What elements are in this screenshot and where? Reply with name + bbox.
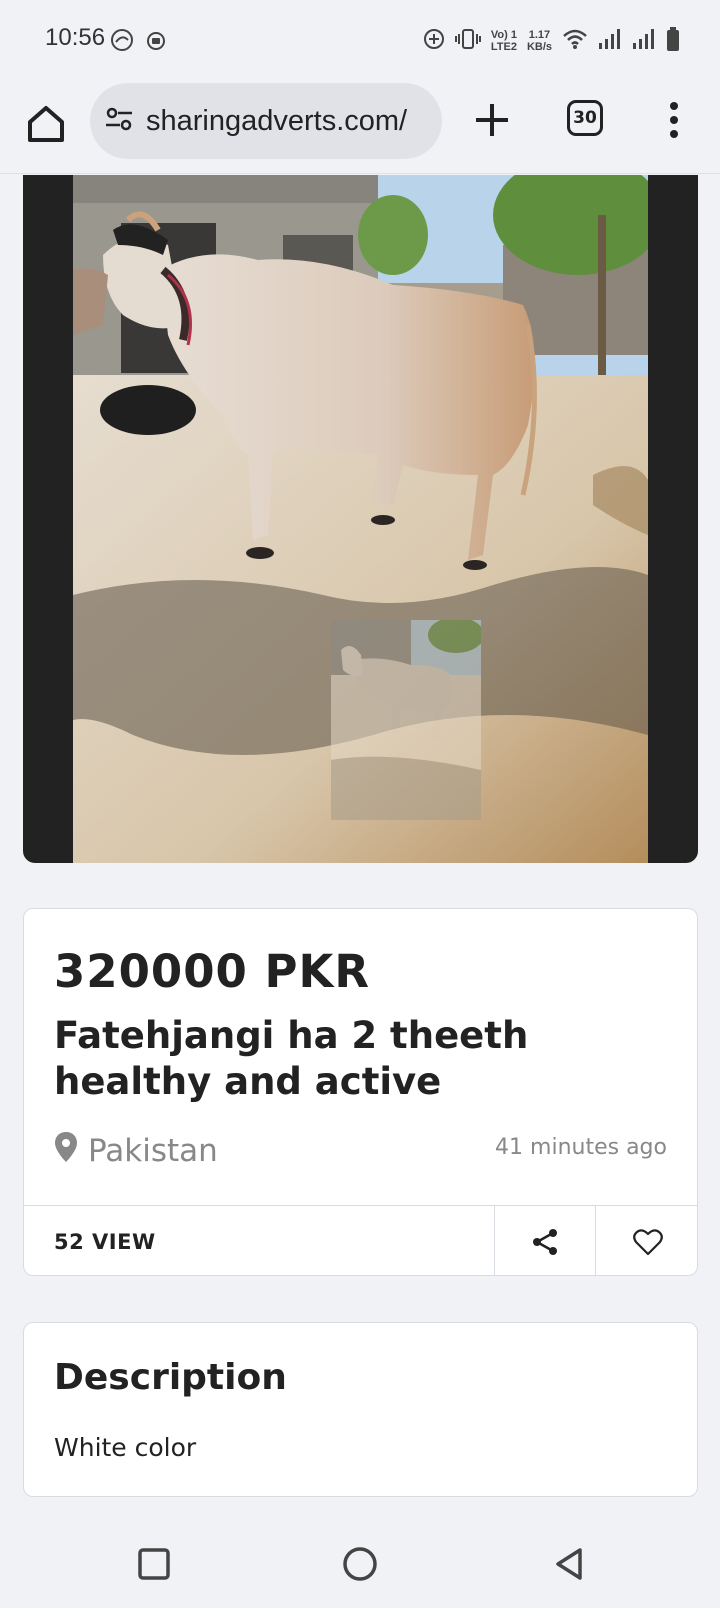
vibrate-icon bbox=[454, 28, 481, 54]
listing-price: 320000 PKR bbox=[54, 945, 371, 998]
site-settings-icon[interactable] bbox=[104, 104, 134, 138]
listing-photo[interactable] bbox=[73, 175, 648, 863]
signal-icon bbox=[598, 28, 622, 54]
speed-value: 1.17 bbox=[528, 29, 551, 41]
speed-unit: KB/s bbox=[526, 41, 552, 53]
description-heading: Description bbox=[54, 1357, 287, 1398]
tab-count: 30 bbox=[573, 108, 597, 128]
heart-icon bbox=[632, 1229, 663, 1256]
wifi-icon bbox=[562, 28, 588, 54]
recents-icon[interactable] bbox=[132, 1542, 176, 1586]
url-bar[interactable]: sharingadverts.com/ bbox=[90, 83, 442, 159]
photo-thumbnail bbox=[331, 617, 484, 820]
back-icon[interactable] bbox=[548, 1542, 592, 1586]
url-text[interactable]: sharingadverts.com/ bbox=[146, 105, 407, 138]
add-circle-icon bbox=[423, 28, 445, 54]
share-button[interactable] bbox=[494, 1206, 595, 1275]
description-text: White color bbox=[54, 1433, 197, 1462]
browser-toolbar: sharingadverts.com/ 30 bbox=[0, 80, 720, 174]
net-type-top: Vo) 1 bbox=[490, 29, 517, 41]
view-count: 52 VIEW bbox=[54, 1230, 156, 1254]
location-text: Pakistan bbox=[88, 1133, 218, 1169]
location-pin-icon bbox=[54, 1131, 78, 1171]
tabs-icon[interactable]: 30 bbox=[567, 100, 603, 136]
listing-info-card: 320000 PKR Fatehjangi ha 2 theeth health… bbox=[23, 908, 698, 1276]
status-bar: 10:56 Vo) 1 LTE2 1.17 KB/s bbox=[0, 0, 720, 80]
data-saver-icon bbox=[110, 28, 134, 56]
system-nav-bar bbox=[0, 1520, 720, 1608]
network-speed: 1.17 KB/s bbox=[527, 29, 552, 53]
home-circle-icon[interactable] bbox=[338, 1542, 382, 1586]
listing-location: Pakistan bbox=[54, 1131, 218, 1171]
status-icons: Vo) 1 LTE2 1.17 KB/s bbox=[423, 26, 680, 56]
home-icon[interactable] bbox=[22, 100, 70, 148]
favorite-button[interactable] bbox=[595, 1206, 697, 1275]
listing-title: Fatehjangi ha 2 theeth healthy and activ… bbox=[54, 1014, 529, 1103]
status-time: 10:56 bbox=[45, 24, 106, 51]
posted-time: 41 minutes ago bbox=[495, 1135, 667, 1160]
plus-icon[interactable] bbox=[470, 98, 514, 142]
more-vert-icon[interactable] bbox=[660, 98, 688, 142]
card-actions: 52 VIEW bbox=[24, 1205, 697, 1275]
network-type: Vo) 1 LTE2 bbox=[491, 29, 517, 53]
share-icon bbox=[533, 1229, 557, 1255]
image-viewer[interactable] bbox=[23, 175, 698, 863]
battery-icon bbox=[666, 27, 680, 55]
description-card: Description White color bbox=[23, 1322, 698, 1497]
app-notification-icon bbox=[146, 31, 166, 55]
net-type-bottom: LTE2 bbox=[490, 41, 517, 53]
signal-icon bbox=[632, 28, 656, 54]
